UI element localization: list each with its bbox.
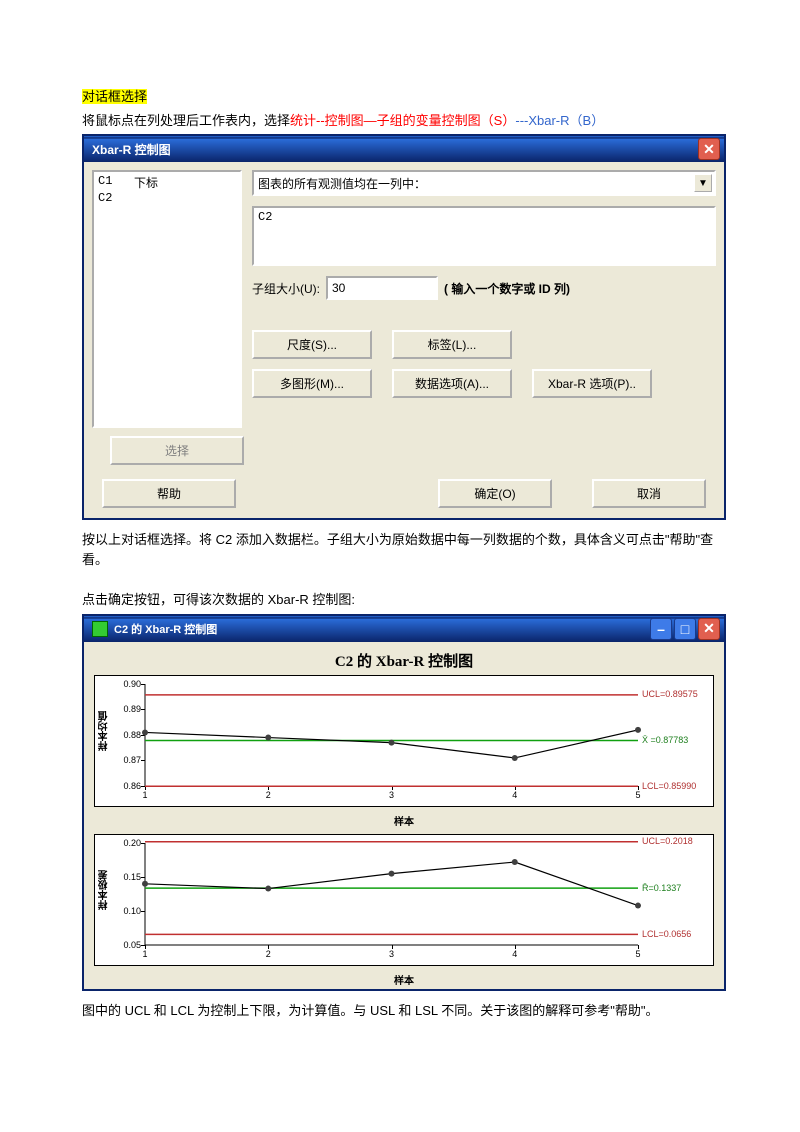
data-value: C2 bbox=[258, 210, 272, 224]
dataoptions-button[interactable]: 数据选项(A)... bbox=[392, 369, 512, 398]
dialog-xbar-r: Xbar-R 控制图 ✕ C1下标 C2 图表的所有观测值均在一列中： ▼ bbox=[82, 134, 726, 520]
xbaroptions-button[interactable]: Xbar-R 选项(P).. bbox=[532, 369, 652, 398]
reference-line-label: LCL=0.85990 bbox=[642, 781, 696, 791]
paragraph-2: 按以上对话框选择。将 C2 添加入数据栏。子组大小为原始数据中每一列数据的个数，… bbox=[82, 530, 730, 569]
reference-line-label: UCL=0.89575 bbox=[642, 689, 698, 699]
close-icon[interactable]: ✕ bbox=[698, 618, 720, 640]
intro-text-a: 将鼠标点在列处理后工作表内，选择 bbox=[82, 113, 290, 128]
dropdown-label: 图表的所有观测值均在一列中： bbox=[258, 175, 426, 192]
subgroup-size-input[interactable]: 30 bbox=[326, 276, 438, 300]
list-item[interactable]: C2 bbox=[98, 191, 134, 205]
help-button[interactable]: 帮助 bbox=[102, 479, 236, 508]
ok-button[interactable]: 确定(O) bbox=[438, 479, 552, 508]
chart-app-icon bbox=[92, 621, 108, 637]
reference-line-label: LCL=0.0656 bbox=[642, 929, 691, 939]
subgroup-value: 30 bbox=[332, 281, 345, 295]
r-chart-panel: 样本极差 0.050.100.150.2012345UCL=0.2018R̄=0… bbox=[94, 834, 714, 966]
reference-line-label: UCL=0.2018 bbox=[642, 836, 693, 846]
list-item: 下标 bbox=[134, 174, 158, 191]
chart-window: C2 的 Xbar-R 控制图 – □ ✕ C2 的 Xbar-R 控制图 样本… bbox=[82, 614, 726, 991]
columns-listbox[interactable]: C1下标 C2 bbox=[92, 170, 242, 428]
multigraph-button[interactable]: 多图形(M)... bbox=[252, 369, 372, 398]
x-axis-label: 样本 bbox=[94, 813, 714, 828]
intro-text-blue: ---Xbar-R（B） bbox=[515, 113, 604, 128]
observations-dropdown[interactable]: 图表的所有观测值均在一列中： ▼ bbox=[252, 170, 716, 196]
chevron-down-icon[interactable]: ▼ bbox=[694, 174, 712, 192]
dialog-titlebar[interactable]: Xbar-R 控制图 ✕ bbox=[84, 136, 724, 162]
data-columns-input[interactable]: C2 bbox=[252, 206, 716, 266]
list-item[interactable]: C1 bbox=[98, 174, 134, 191]
paragraph-4: 图中的 UCL 和 LCL 为控制上下限，为计算值。与 USL 和 LSL 不同… bbox=[82, 1001, 730, 1021]
section-heading: 对话框选择 bbox=[82, 89, 147, 104]
close-icon[interactable]: ✕ bbox=[698, 138, 720, 160]
intro-line: 将鼠标点在列处理后工作表内，选择统计--控制图—子组的变量控制图（S）---Xb… bbox=[82, 111, 730, 131]
xbar-chart-panel: 样本均值 0.860.870.880.890.9012345UCL=0.8957… bbox=[94, 675, 714, 807]
x-axis-label: 样本 bbox=[94, 972, 714, 987]
maximize-icon[interactable]: □ bbox=[674, 618, 696, 640]
cancel-button[interactable]: 取消 bbox=[592, 479, 706, 508]
dialog-title: Xbar-R 控制图 bbox=[92, 141, 171, 158]
intro-text-red: 统计--控制图—子组的变量控制图（S） bbox=[290, 113, 515, 128]
labels-button[interactable]: 标签(L)... bbox=[392, 330, 512, 359]
subgroup-size-label: 子组大小(U): bbox=[252, 280, 320, 297]
reference-line-label: X̄ =0.87783 bbox=[642, 735, 688, 745]
select-button: 选择 bbox=[110, 436, 244, 465]
chart-titlebar[interactable]: C2 的 Xbar-R 控制图 – □ ✕ bbox=[84, 616, 724, 642]
chart-title: C2 的 Xbar-R 控制图 bbox=[94, 650, 714, 671]
reference-line-label: R̄=0.1337 bbox=[642, 883, 681, 893]
subgroup-hint: ( 输入一个数字或 ID 列) bbox=[444, 280, 570, 297]
paragraph-3: 点击确定按钮，可得该次数据的 Xbar-R 控制图: bbox=[82, 590, 730, 610]
minimize-icon[interactable]: – bbox=[650, 618, 672, 640]
chart-window-title: C2 的 Xbar-R 控制图 bbox=[114, 621, 217, 637]
scale-button[interactable]: 尺度(S)... bbox=[252, 330, 372, 359]
